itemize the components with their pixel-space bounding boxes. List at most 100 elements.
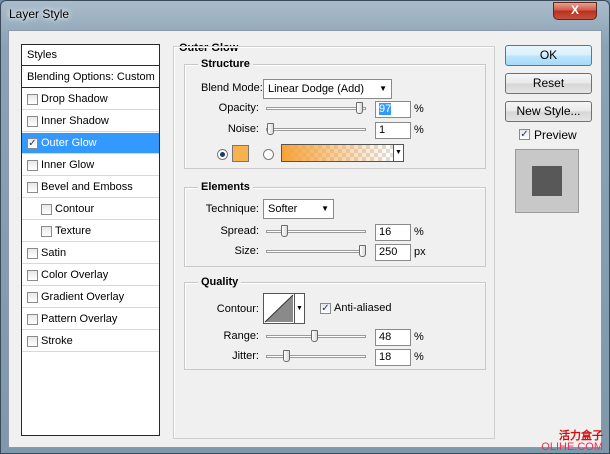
chevron-down-icon: ▼: [379, 84, 387, 93]
style-item-label: Satin: [41, 247, 67, 259]
checkbox[interactable]: [27, 160, 38, 171]
style-item-inner-glow[interactable]: Inner Glow: [22, 155, 159, 176]
noise-unit: %: [414, 124, 424, 136]
preview-label: Preview: [534, 128, 577, 142]
range-input[interactable]: 48: [375, 329, 411, 346]
watermark: 活力盒子 OLIHE.COM: [541, 431, 603, 453]
blend-mode-select[interactable]: Linear Dodge (Add) ▼: [263, 79, 392, 99]
jitter-slider-thumb[interactable]: [283, 350, 290, 362]
blend-mode-value: Linear Dodge (Add): [268, 83, 365, 95]
style-item-label: Outer Glow: [41, 137, 97, 149]
close-button[interactable]: X: [553, 2, 597, 20]
blend-mode-label: Blend Mode:: [201, 82, 263, 94]
preview-thumbnail: [515, 149, 579, 213]
chevron-down-icon: ▼: [321, 204, 329, 213]
checkbox[interactable]: [41, 226, 52, 237]
structure-title: Structure: [198, 58, 253, 70]
preview-checkbox[interactable]: ✓: [519, 129, 530, 140]
noise-value: 1: [379, 124, 386, 136]
glow-color-swatch[interactable]: [232, 145, 249, 162]
style-item-pattern-overlay[interactable]: Pattern Overlay: [22, 309, 159, 330]
technique-value: Softer: [268, 203, 298, 215]
spread-label: Spread:: [220, 225, 259, 237]
contour-dropdown-icon[interactable]: ▼: [295, 293, 305, 324]
noise-label: Noise:: [227, 123, 259, 135]
checkbox[interactable]: ✓: [27, 138, 38, 149]
jitter-value: 18: [379, 351, 392, 363]
checkbox[interactable]: [27, 292, 38, 303]
size-label: Size:: [234, 245, 259, 257]
opacity-unit: %: [414, 103, 424, 115]
checkbox[interactable]: [41, 204, 52, 215]
gradient-radio[interactable]: [263, 149, 274, 160]
spread-input[interactable]: 16: [375, 224, 411, 241]
contour-label: Contour:: [216, 303, 259, 315]
elements-title: Elements: [198, 181, 253, 193]
checkbox[interactable]: [27, 182, 38, 193]
style-item-label: Inner Glow: [41, 159, 95, 171]
opacity-value: 97: [379, 103, 392, 115]
gradient-dropdown-icon[interactable]: ▼: [394, 144, 404, 162]
style-item-gradient-overlay[interactable]: Gradient Overlay: [22, 287, 159, 308]
style-item-color-overlay[interactable]: Color Overlay: [22, 265, 159, 286]
watermark-en: OLIHE.COM: [541, 441, 603, 453]
contour-picker[interactable]: [263, 293, 295, 324]
styles-list: Styles Blending Options: Custom Drop Sha…: [21, 44, 160, 436]
preview-swatch: [532, 166, 562, 196]
jitter-input[interactable]: 18: [375, 349, 411, 366]
jitter-unit: %: [414, 351, 424, 363]
checkbox[interactable]: [27, 270, 38, 281]
spread-slider-thumb[interactable]: [281, 225, 288, 237]
new-style-button[interactable]: New Style...: [505, 101, 592, 122]
spread-value: 16: [379, 226, 392, 238]
style-item-contour[interactable]: Contour: [22, 199, 159, 220]
style-item-satin[interactable]: Satin: [22, 243, 159, 264]
noise-input[interactable]: 1: [375, 122, 411, 139]
layer-style-window: Layer Style X Styles Blending Options: C…: [0, 0, 610, 454]
style-item-label: Gradient Overlay: [41, 291, 125, 303]
technique-select[interactable]: Softer ▼: [263, 199, 334, 219]
checkbox[interactable]: [27, 314, 38, 325]
styles-header-label: Styles: [27, 49, 57, 61]
reset-button[interactable]: Reset: [505, 73, 592, 94]
solid-color-radio[interactable]: [217, 149, 228, 160]
title-bar[interactable]: Layer Style X: [1, 1, 609, 29]
window-title: Layer Style: [9, 7, 70, 21]
checkbox[interactable]: [27, 248, 38, 259]
anti-aliased-checkbox[interactable]: ✓: [320, 303, 331, 314]
opacity-slider-track[interactable]: [266, 107, 366, 110]
jitter-slider-track[interactable]: [266, 355, 366, 358]
style-item-bevel-and-emboss[interactable]: Bevel and Emboss: [22, 177, 159, 198]
style-item-outer-glow[interactable]: ✓ Outer Glow: [22, 133, 159, 154]
ok-button[interactable]: OK: [505, 45, 592, 66]
quality-title: Quality: [198, 276, 242, 288]
style-item-drop-shadow[interactable]: Drop Shadow: [22, 89, 159, 110]
close-icon: X: [570, 3, 579, 17]
size-slider-thumb[interactable]: [359, 245, 366, 257]
blending-options-label: Blending Options: Custom: [27, 71, 155, 83]
size-input[interactable]: 250: [375, 244, 411, 261]
style-item-label: Drop Shadow: [41, 93, 108, 105]
style-item-texture[interactable]: Texture: [22, 221, 159, 242]
styles-header[interactable]: Styles: [22, 45, 159, 66]
spread-unit: %: [414, 226, 424, 238]
size-slider-track[interactable]: [266, 250, 366, 253]
style-item-inner-shadow[interactable]: Inner Shadow: [22, 111, 159, 132]
noise-slider-thumb[interactable]: [267, 123, 274, 135]
style-item-label: Contour: [55, 203, 95, 215]
opacity-input[interactable]: 97: [375, 101, 411, 118]
range-slider-thumb[interactable]: [311, 330, 318, 342]
checkbox[interactable]: [27, 116, 38, 127]
blending-options-item[interactable]: Blending Options: Custom: [22, 67, 159, 88]
checkbox[interactable]: [27, 336, 38, 347]
technique-label: Technique:: [205, 203, 259, 215]
style-item-stroke[interactable]: Stroke: [22, 331, 159, 352]
gradient-picker[interactable]: [281, 144, 394, 162]
checkbox[interactable]: [27, 94, 38, 105]
size-value: 250: [379, 246, 398, 258]
noise-slider-track[interactable]: [266, 128, 366, 131]
opacity-slider-thumb[interactable]: [356, 102, 363, 114]
anti-aliased-label: Anti-aliased: [334, 302, 392, 314]
style-item-label: Texture: [55, 225, 92, 237]
style-item-label: Inner Shadow: [41, 115, 109, 127]
